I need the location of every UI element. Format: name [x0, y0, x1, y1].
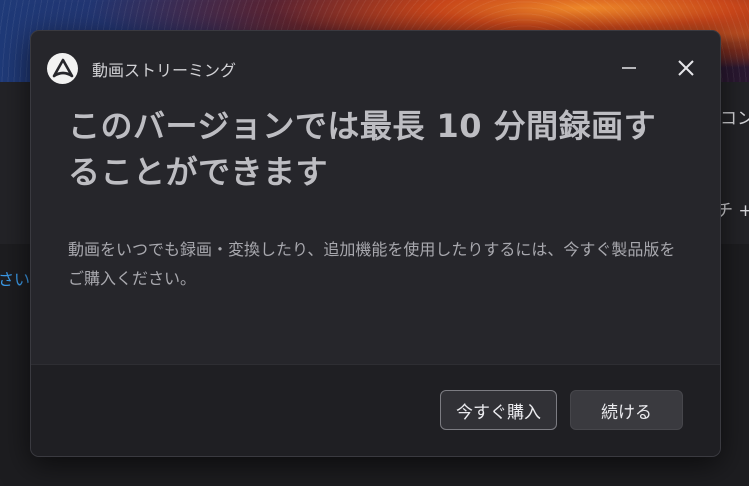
- minimize-button[interactable]: [612, 51, 646, 85]
- close-button[interactable]: [669, 51, 703, 85]
- close-icon: [678, 60, 694, 76]
- dialog-description: 動画をいつでも録画・変換したり、追加機能を使用したりするには、今すぐ製品版をご購…: [68, 240, 676, 288]
- buy-now-button[interactable]: 今すぐ購入: [440, 390, 557, 430]
- dialog-headline: このバージョンでは最長 10 分間録画することができます: [68, 107, 657, 191]
- app-logo-icon: [47, 53, 78, 84]
- dialog-footer: 今すぐ購入 続ける: [31, 364, 720, 456]
- upgrade-dialog: 動画ストリーミング このバージョンでは最長 10 分間録画することができます 動…: [30, 30, 721, 457]
- continue-button[interactable]: 続ける: [570, 390, 683, 430]
- dialog-titlebar: 動画ストリーミング: [31, 31, 720, 105]
- minimize-icon: [622, 67, 636, 69]
- background-side-text: コンテ: [720, 109, 749, 129]
- app-name: 動画ストリーミング: [92, 61, 237, 80]
